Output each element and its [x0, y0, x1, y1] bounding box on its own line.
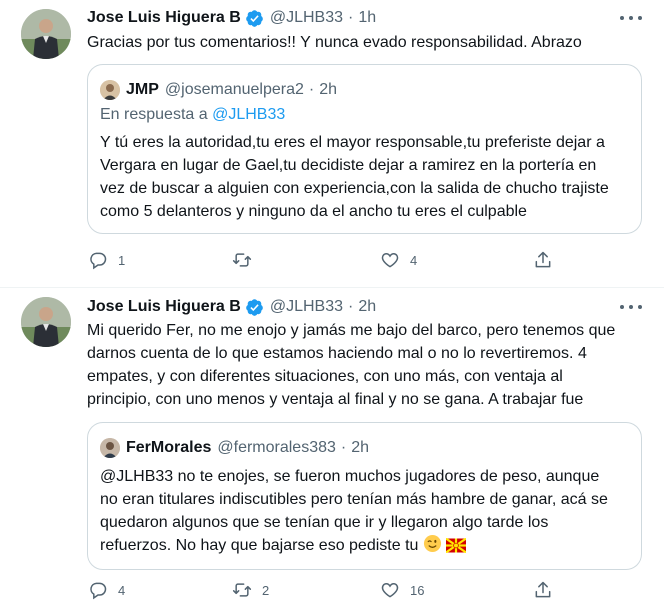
- author-name[interactable]: Jose Luis Higuera B: [87, 298, 241, 316]
- separator: ·: [340, 439, 347, 456]
- more-icon[interactable]: [620, 8, 642, 28]
- timestamp[interactable]: 1h: [358, 9, 376, 27]
- retweet-icon: [232, 583, 252, 597]
- tweet-text-line: empates, y con diferentes situaciones, c…: [87, 368, 563, 385]
- retweet-button[interactable]: 2: [232, 578, 269, 602]
- like-icon: [381, 582, 399, 598]
- quote-text: @JLHB33 no te enojes, se fueron muchos j…: [100, 465, 630, 560]
- quote-avatar: [100, 80, 120, 100]
- share-icon: [535, 251, 551, 268]
- north-macedonia-flag-emoji: [445, 537, 467, 560]
- tweet-actions: 1 4: [80, 248, 560, 272]
- quote-timestamp: 2h: [319, 81, 338, 98]
- author-handle[interactable]: @JLHB33: [270, 9, 343, 27]
- quote-text: Y tú eres la autoridad,tu eres el mayor …: [100, 131, 630, 223]
- quote-avatar: [100, 438, 120, 458]
- author-handle[interactable]: @JLHB33: [270, 298, 343, 316]
- reply-count: 1: [118, 252, 126, 268]
- winking-face-emoji: [423, 534, 442, 560]
- quote-text-line: refuerzos. No hay que bajarse eso pedist…: [100, 537, 419, 554]
- retweet-count: 2: [262, 582, 270, 598]
- share-button[interactable]: [533, 578, 553, 602]
- tweet-text-line: principio, con uno menos y ventaja al fi…: [87, 391, 584, 408]
- quote-text-line: vez de buscar a alguien con experiencia,…: [100, 180, 609, 197]
- avatar[interactable]: [21, 9, 71, 59]
- reply-count: 4: [118, 582, 126, 598]
- reply-icon: [90, 582, 107, 600]
- tweet-text: Gracias por tus comentarios!! Y nunca ev…: [87, 34, 582, 51]
- separator: ·: [308, 81, 315, 98]
- like-count: 4: [410, 252, 418, 268]
- tweet-text: Mi querido Fer, no me enojo y jamás me b…: [87, 319, 642, 411]
- quote-header: JMP @josemanuelpera2 · 2h: [100, 79, 337, 101]
- tweet[interactable]: Jose Luis Higuera B @JLHB33 · 2h Mi quer…: [0, 288, 664, 609]
- reply-context: En respuesta a @JLHB33: [100, 106, 285, 124]
- verified-badge-icon: [245, 298, 264, 317]
- like-button[interactable]: 4: [380, 248, 417, 272]
- tweet-text-line: darnos cuenta de lo que estamos haciendo…: [87, 345, 587, 362]
- quote-text-line-with-emoji: refuerzos. No hay que bajarse eso pedist…: [100, 534, 630, 560]
- quote-author-handle: @fermorales383: [217, 439, 336, 456]
- separator: ·: [348, 298, 354, 315]
- quote-author-name: FerMorales: [126, 439, 212, 456]
- quote-timestamp: 2h: [351, 439, 370, 456]
- quote-author-name: JMP: [126, 81, 159, 98]
- timestamp[interactable]: 2h: [358, 298, 376, 316]
- quote-text-line: quedaron algunos que se tenían que ir y …: [100, 514, 549, 531]
- quote-text-line: @JLHB33 no te enojes, se fueron muchos j…: [100, 468, 600, 485]
- like-icon: [381, 252, 399, 268]
- separator: ·: [348, 9, 354, 26]
- like-count: 16: [410, 582, 425, 598]
- tweet-text-line: Mi querido Fer, no me enojo y jamás me b…: [87, 322, 616, 339]
- quote-text-line: Y tú eres la autoridad,tu eres el mayor …: [100, 134, 605, 151]
- retweet-button[interactable]: [232, 248, 262, 272]
- quote-text-line: Vergara en lugar de Gael,tu decidiste de…: [100, 157, 597, 174]
- share-button[interactable]: [533, 248, 553, 272]
- verified-badge-icon: [245, 9, 264, 28]
- quote-header: FerMorales @fermorales383 · 2h: [100, 437, 369, 459]
- reply-prefix: En respuesta a: [100, 106, 213, 123]
- more-icon[interactable]: [620, 297, 642, 317]
- author-name[interactable]: Jose Luis Higuera B: [87, 9, 241, 27]
- quote-author-handle: @josemanuelpera2: [164, 81, 304, 98]
- quote-text-line: no eran titulares indiscutibles pero ten…: [100, 491, 608, 508]
- reply-icon: [90, 252, 107, 270]
- quote-text-line: como 5 delanteros y ninguno da el ancho …: [100, 203, 527, 220]
- reply-button[interactable]: 4: [88, 578, 125, 602]
- share-icon: [535, 581, 551, 598]
- retweet-icon: [232, 253, 252, 267]
- reply-button[interactable]: 1: [88, 248, 125, 272]
- tweet-actions: 4 2 16: [80, 578, 560, 602]
- tweet-header: Jose Luis Higuera B @JLHB33 · 2h: [87, 296, 376, 318]
- quoted-tweet[interactable]: FerMorales @fermorales383 · 2h @JLHB33 n…: [87, 422, 642, 570]
- tweet[interactable]: Jose Luis Higuera B @JLHB33 · 1h Gracias…: [0, 0, 664, 287]
- like-button[interactable]: 16: [380, 578, 424, 602]
- avatar[interactable]: [21, 297, 71, 347]
- reply-mention-link[interactable]: @JLHB33: [212, 106, 285, 123]
- tweet-header: Jose Luis Higuera B @JLHB33 · 1h: [87, 7, 376, 29]
- quoted-tweet[interactable]: JMP @josemanuelpera2 · 2h En respuesta a…: [87, 64, 642, 234]
